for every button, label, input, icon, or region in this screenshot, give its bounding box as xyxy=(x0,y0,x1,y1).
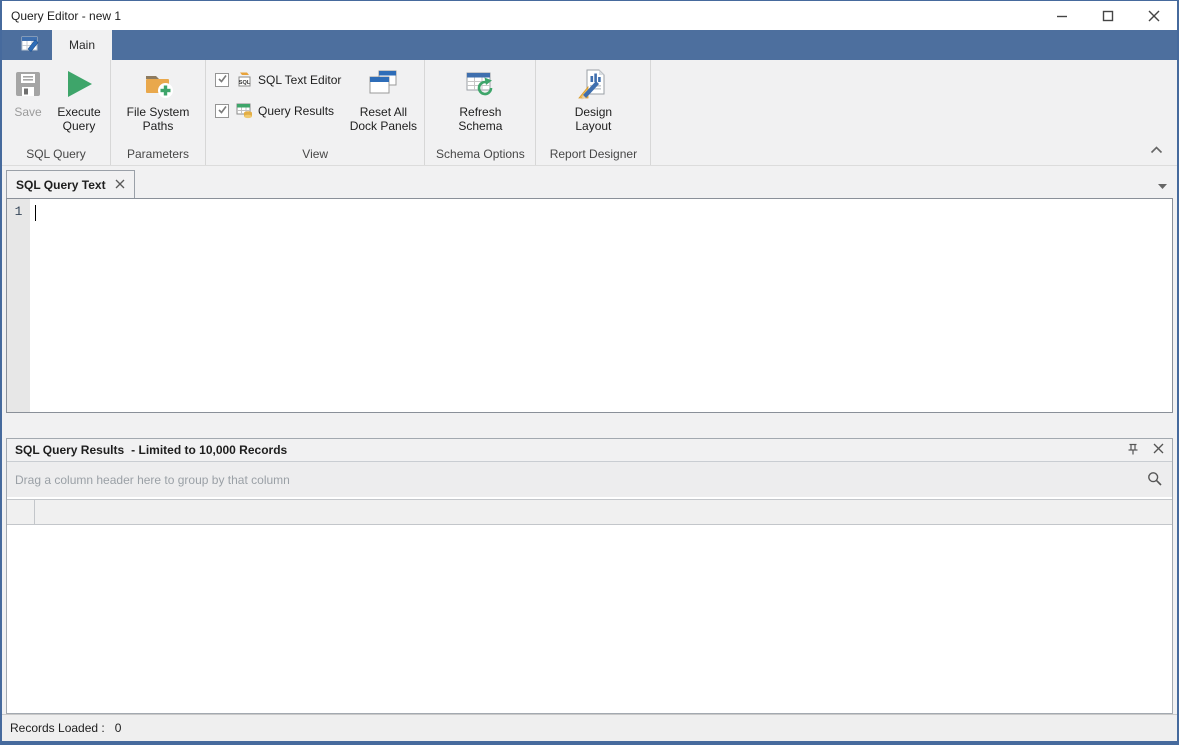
check-icon xyxy=(217,104,228,118)
table-refresh-icon xyxy=(464,68,496,100)
pin-panel-button[interactable] xyxy=(1126,442,1140,459)
app-menu-button[interactable] xyxy=(8,30,52,60)
group-caption-parameters: Parameters xyxy=(114,145,202,165)
records-loaded-value: 0 xyxy=(115,721,122,735)
close-button[interactable] xyxy=(1131,1,1177,30)
query-results-checkbox[interactable] xyxy=(215,104,229,118)
file-system-paths-label: File System Paths xyxy=(127,105,190,133)
table-edit-icon xyxy=(20,34,40,57)
group-by-box[interactable]: Drag a column header here to group by th… xyxy=(7,462,1172,497)
close-icon xyxy=(1153,443,1164,457)
results-grid xyxy=(7,497,1172,713)
text-caret xyxy=(35,205,36,221)
chevron-down-icon xyxy=(1158,178,1167,192)
sql-text-editor-checkbox[interactable] xyxy=(215,73,229,87)
save-button-label: Save xyxy=(14,105,41,119)
query-results-grid-icon xyxy=(236,102,253,119)
results-limit-note: - Limited to 10,000 Records xyxy=(131,443,287,457)
maximize-button[interactable] xyxy=(1085,1,1131,30)
reset-dock-panels-button[interactable]: Reset All Dock Panels xyxy=(345,60,421,133)
tab-list-dropdown-button[interactable] xyxy=(1158,178,1167,192)
group-caption-report-designer: Report Designer xyxy=(539,145,647,165)
query-results-toggle[interactable]: Query Results xyxy=(215,95,341,126)
minimize-button[interactable] xyxy=(1039,1,1085,30)
window-title: Query Editor - new 1 xyxy=(11,9,121,23)
design-layout-label: Design Layout xyxy=(575,105,612,133)
empty-column-header[interactable] xyxy=(35,500,1172,524)
dock-panels-icon xyxy=(367,68,399,100)
file-system-paths-button[interactable]: File System Paths xyxy=(114,60,202,133)
window-controls xyxy=(1039,1,1177,30)
refresh-schema-button[interactable]: Refresh Schema xyxy=(445,60,515,133)
group-caption-schema-options: Schema Options xyxy=(428,145,532,165)
ribbon-group-parameters: File System Paths Parameters xyxy=(111,60,206,165)
search-icon xyxy=(1147,476,1163,490)
minimize-icon xyxy=(1056,10,1068,22)
group-caption-view: View xyxy=(209,145,421,165)
collapse-ribbon-button[interactable] xyxy=(1150,143,1163,157)
title-bar: Query Editor - new 1 xyxy=(2,1,1177,30)
ribbon-group-report-designer: Design Layout Report Designer xyxy=(536,60,651,165)
results-panel-header: SQL Query Results - Limited to 10,000 Re… xyxy=(7,439,1172,462)
tab-close-icon[interactable] xyxy=(115,178,125,192)
save-button[interactable]: Save xyxy=(5,60,51,119)
query-editor-window: Query Editor - new 1 xyxy=(0,0,1179,745)
status-bar: Records Loaded : 0 xyxy=(2,714,1177,741)
execute-query-button[interactable]: Execute Query xyxy=(51,60,107,133)
sql-text-editor[interactable]: 1 xyxy=(6,198,1173,413)
chevron-up-icon xyxy=(1150,143,1163,157)
ribbon-group-schema-options: Refresh Schema Schema Options xyxy=(425,60,536,165)
row-indicator-header-cell xyxy=(7,500,35,524)
close-panel-button[interactable] xyxy=(1153,443,1164,457)
grid-body[interactable] xyxy=(7,525,1172,713)
grid-header-row xyxy=(7,499,1172,525)
query-results-label: Query Results xyxy=(258,104,334,118)
ribbon-group-view: SQL SQL Text Editor xyxy=(206,60,425,165)
results-panel-title: SQL Query Results xyxy=(15,443,124,457)
doc-tab-label: SQL Query Text xyxy=(16,178,106,192)
execute-query-label: Execute Query xyxy=(57,105,100,133)
close-icon xyxy=(1148,10,1160,22)
ribbon-tab-bar: Main xyxy=(2,30,1177,60)
group-by-hint: Drag a column header here to group by th… xyxy=(15,473,290,487)
sql-text-editor-icon: SQL xyxy=(236,71,253,88)
ribbon: Save Execute Query SQL Query xyxy=(2,60,1177,166)
ribbon-group-sql-query: Save Execute Query SQL Query xyxy=(2,60,111,165)
check-icon xyxy=(217,73,228,87)
ribbon-tab-label: Main xyxy=(69,38,95,52)
svg-text:SQL: SQL xyxy=(239,80,251,86)
line-number: 1 xyxy=(15,204,23,219)
group-caption-sql-query: SQL Query xyxy=(5,145,107,165)
sql-query-results-panel: SQL Query Results - Limited to 10,000 Re… xyxy=(6,438,1173,714)
design-layout-button[interactable]: Design Layout xyxy=(558,60,628,133)
document-tab-strip: SQL Query Text xyxy=(2,166,1177,198)
line-number-gutter: 1 xyxy=(7,199,30,412)
floppy-disk-icon xyxy=(12,68,44,100)
records-loaded-label: Records Loaded : xyxy=(10,721,105,735)
sql-text-editor-label: SQL Text Editor xyxy=(258,73,341,87)
tab-sql-query-text[interactable]: SQL Query Text xyxy=(6,170,135,198)
refresh-schema-label: Refresh Schema xyxy=(458,105,502,133)
ribbon-tab-main[interactable]: Main xyxy=(52,30,112,60)
page-chart-pencil-icon xyxy=(577,68,609,100)
sql-text-editor-toggle[interactable]: SQL SQL Text Editor xyxy=(215,64,341,95)
maximize-icon xyxy=(1102,10,1114,22)
search-button[interactable] xyxy=(1147,471,1163,490)
pin-icon xyxy=(1126,445,1140,459)
folder-add-icon xyxy=(142,68,174,100)
reset-dock-panels-label: Reset All Dock Panels xyxy=(350,105,417,133)
green-play-icon xyxy=(63,68,95,100)
